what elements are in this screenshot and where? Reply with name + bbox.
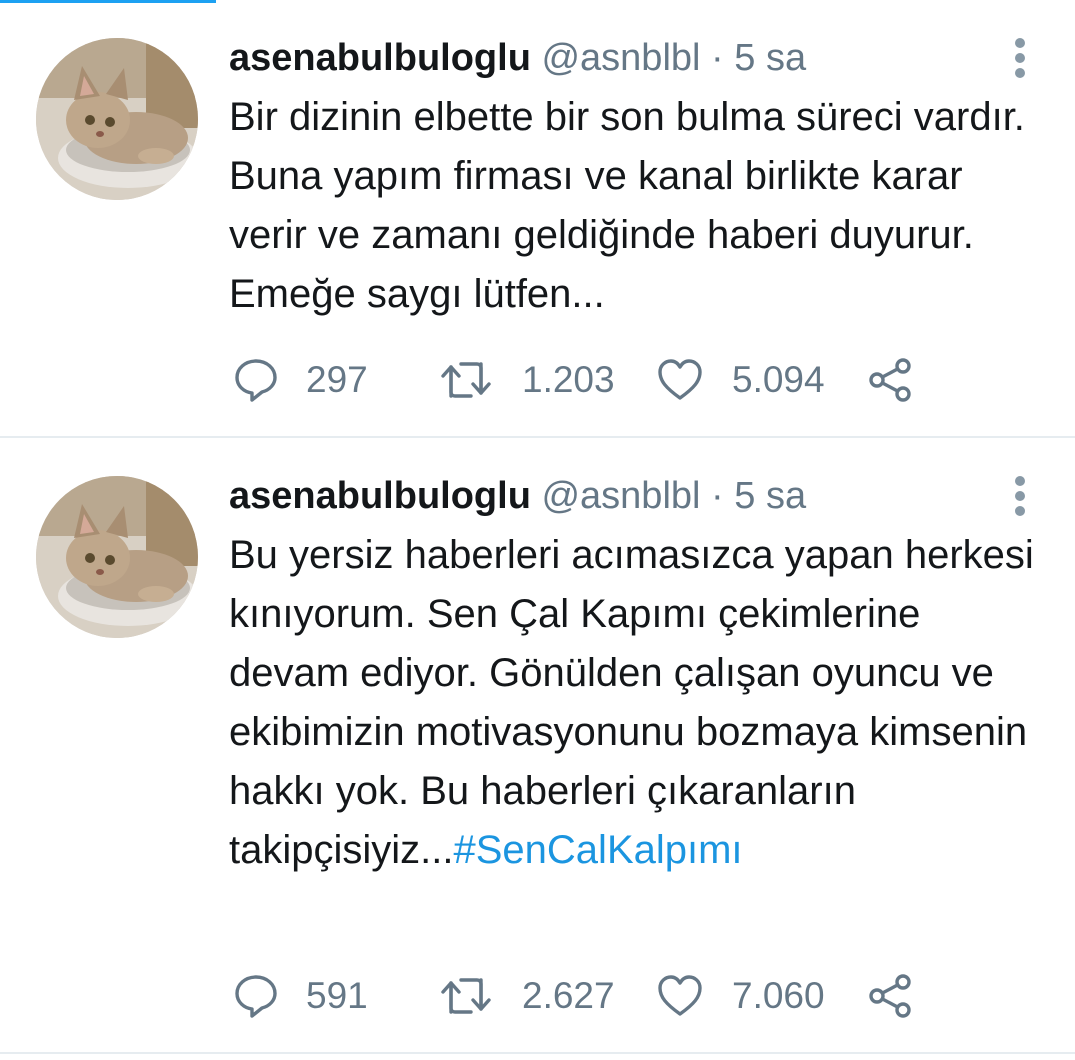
like-count: 5.094 [732,359,825,400]
reply-button[interactable]: 591 [232,972,368,1020]
more-vertical-icon[interactable] [1006,474,1034,518]
reply-icon [235,359,277,402]
user-handle[interactable]: @asnblbl [541,475,700,517]
share-icon [869,974,911,1018]
more-vertical-icon[interactable] [1006,36,1034,80]
retweet-count: 1.203 [522,359,615,400]
reply-count: 297 [306,359,368,400]
tweet-text: Bu yersiz haberleri acımasızca yapan her… [229,526,1049,880]
reply-icon [235,975,277,1018]
like-button[interactable]: 7.060 [656,972,825,1020]
heart-icon [658,359,702,400]
tweet-time[interactable]: 5 sa [734,475,806,517]
retweet-icon [441,362,491,398]
tweet-header: asenabulbuloglu @asnblbl · 5 sa [229,472,995,520]
hashtag-link[interactable]: #SenCalKalpımı [454,828,743,872]
tweet-actions: 297 1.203 5.094 [232,356,952,404]
share-button[interactable] [866,356,914,404]
heart-icon [658,975,702,1016]
like-count: 7.060 [732,975,825,1016]
cat-avatar[interactable] [36,476,198,638]
tweet-actions: 591 2.627 7.060 [232,972,952,1020]
tweet-time[interactable]: 5 sa [734,37,806,79]
tweet-header: asenabulbuloglu @asnblbl · 5 sa [229,34,995,82]
header-separator: · [711,37,724,79]
tweet-divider [0,1052,1075,1054]
retweet-button[interactable]: 2.627 [440,972,615,1020]
display-name[interactable]: asenabulbuloglu [229,475,531,517]
reply-button[interactable]: 297 [232,356,368,404]
tweet[interactable]: asenabulbuloglu @asnblbl · 5 sa Bir dizi… [0,0,1075,438]
tweet-body: Bu yersiz haberleri acımasızca yapan her… [229,533,1034,872]
cat-avatar[interactable] [36,38,198,200]
tweet[interactable]: asenabulbuloglu @asnblbl · 5 sa Bu yersi… [0,438,1075,1052]
tweet-body: Bir dizinin elbette bir son bulma süreci… [229,95,1025,316]
retweet-count: 2.627 [522,975,615,1016]
user-handle[interactable]: @asnblbl [541,37,700,79]
share-button[interactable] [866,972,914,1020]
retweet-icon [441,978,491,1014]
header-separator: · [711,475,724,517]
display-name[interactable]: asenabulbuloglu [229,37,531,79]
reply-count: 591 [306,975,368,1016]
retweet-button[interactable]: 1.203 [440,356,615,404]
share-icon [869,358,911,402]
tweet-text: Bir dizinin elbette bir son bulma süreci… [229,88,1049,324]
like-button[interactable]: 5.094 [656,356,825,404]
